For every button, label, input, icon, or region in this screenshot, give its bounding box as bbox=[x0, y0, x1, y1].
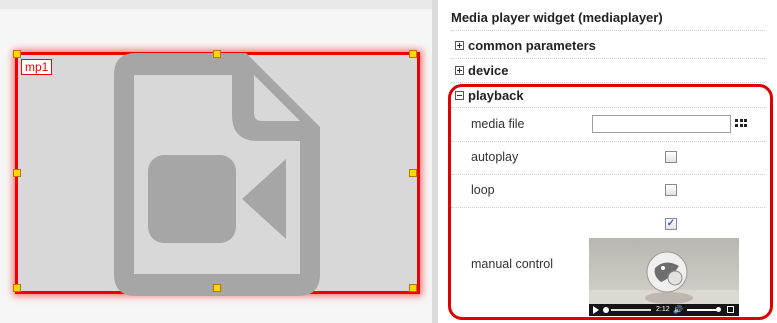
expand-icon bbox=[455, 41, 464, 51]
divider bbox=[451, 58, 765, 59]
resize-handle-top-right[interactable] bbox=[409, 50, 417, 58]
section-label: common parameters bbox=[468, 38, 596, 53]
resize-handle-bottom-right[interactable] bbox=[409, 284, 417, 292]
resize-handle-right[interactable] bbox=[409, 169, 417, 177]
design-canvas[interactable]: mp1 bbox=[0, 0, 432, 323]
divider bbox=[451, 82, 765, 83]
section-label: device bbox=[468, 63, 509, 78]
divider bbox=[451, 30, 765, 31]
resize-handle-bottom[interactable] bbox=[213, 284, 221, 292]
section-device[interactable]: device bbox=[455, 63, 508, 79]
canvas-top-strip bbox=[0, 0, 432, 9]
resize-handle-top-left[interactable] bbox=[13, 50, 21, 58]
expand-icon bbox=[455, 66, 464, 76]
resize-handle-bottom-left[interactable] bbox=[13, 284, 21, 292]
widget-id-label: mp1 bbox=[21, 59, 53, 75]
resize-handle-left[interactable] bbox=[13, 169, 21, 177]
section-common-parameters[interactable]: common parameters bbox=[455, 38, 596, 54]
panel-title: Media player widget (mediaplayer) bbox=[451, 10, 663, 25]
mediaplayer-widget[interactable]: mp1 bbox=[13, 50, 420, 296]
video-file-icon bbox=[114, 53, 320, 296]
resize-handle-top[interactable] bbox=[213, 50, 221, 58]
playback-section-highlight bbox=[448, 84, 773, 320]
